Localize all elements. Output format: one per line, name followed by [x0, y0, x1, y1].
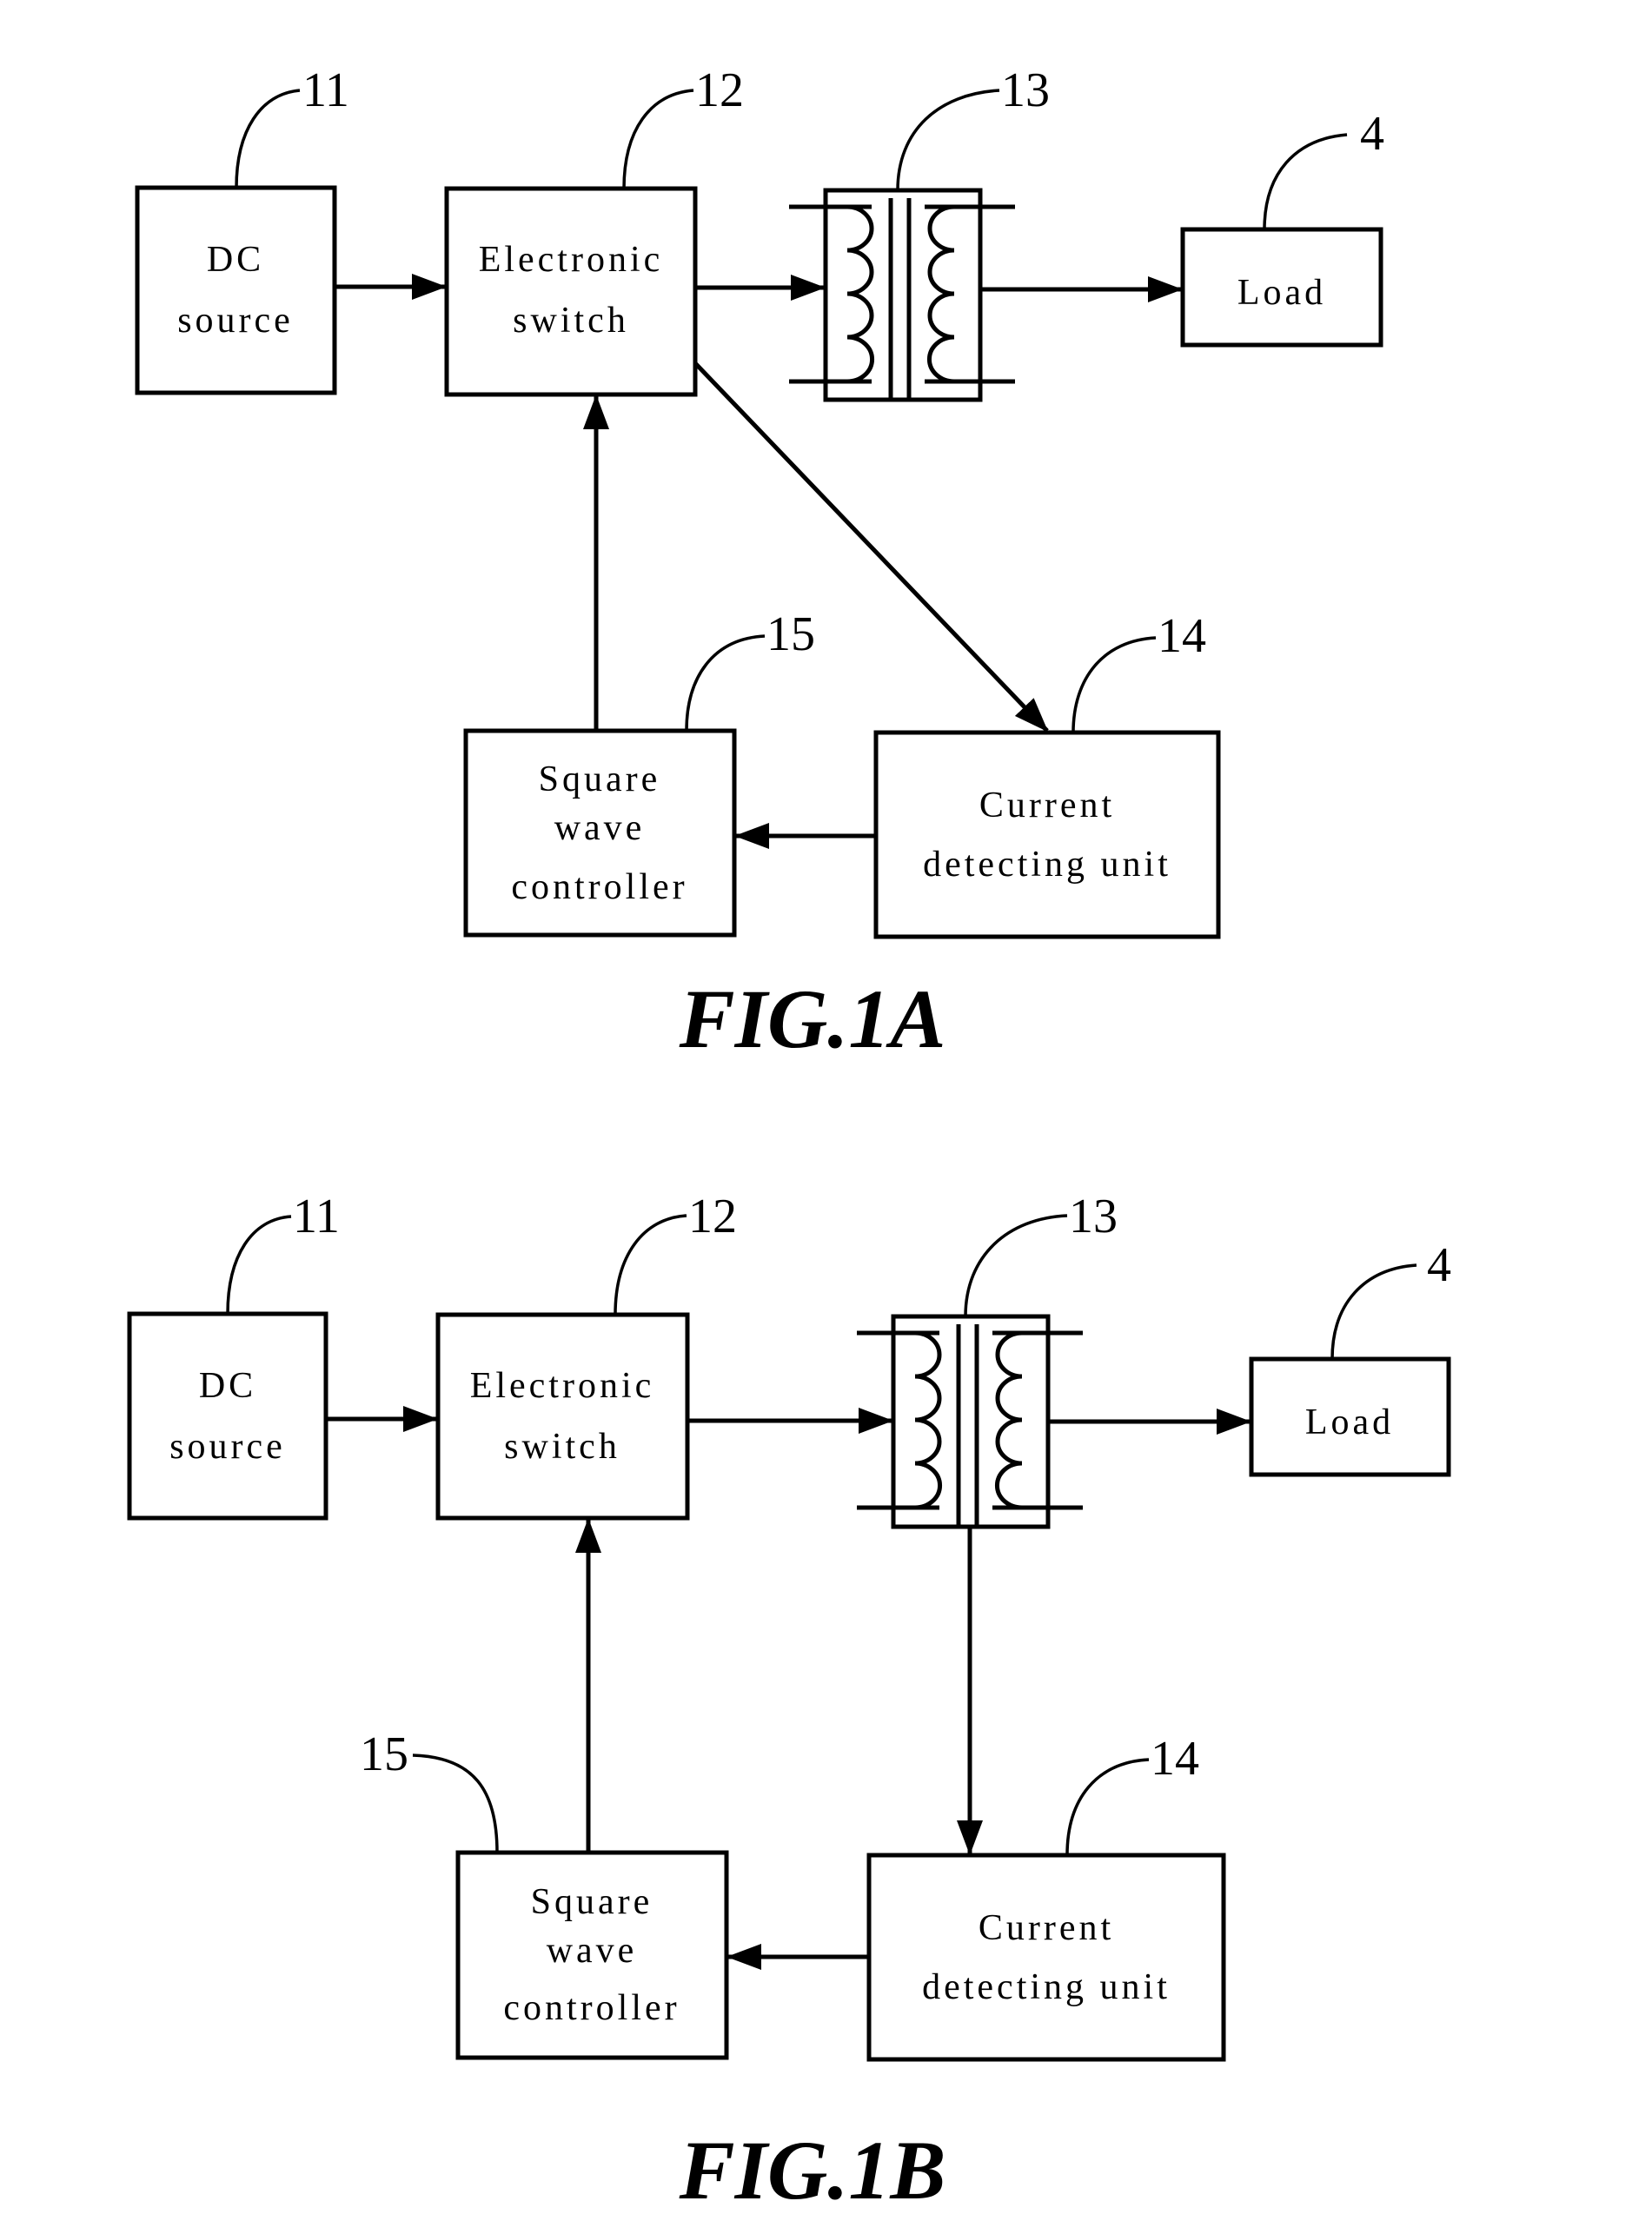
- figure-1a: DC source 11 Electronic switch 12 13 Loa…: [135, 63, 1384, 1065]
- ref-leader-15: [685, 634, 766, 732]
- current-detecting-unit-block: Current detecting unit 14: [866, 1732, 1226, 2062]
- cdu-label-line2: detecting unit: [922, 1967, 1171, 2007]
- load-block: Load 4: [1180, 107, 1384, 348]
- ref-number-14: 14: [1158, 609, 1206, 663]
- electronic-switch-label-line1: Electronic: [479, 240, 664, 280]
- current-detecting-unit-block: Current detecting unit 14: [873, 609, 1221, 939]
- ref-number-12: 12: [695, 63, 744, 117]
- swc-label-line2: wave: [554, 808, 646, 848]
- electronic-switch-label-line2: switch: [504, 1427, 620, 1467]
- figure-caption-1a: FIG.1A: [679, 972, 946, 1065]
- dc-source-block: DC source 11: [127, 1190, 340, 1521]
- patent-drawing-sheet: DC source 11 Electronic switch 12 13 Loa…: [127, 63, 1451, 2217]
- square-wave-controller-block: Square wave controller 15: [360, 1727, 729, 2060]
- ref-leader-11: [226, 1215, 292, 1315]
- cdu-label-line2: detecting unit: [923, 845, 1171, 885]
- ref-number-11: 11: [302, 63, 349, 117]
- ref-leader-12: [622, 89, 694, 189]
- load-label: Load: [1305, 1402, 1394, 1442]
- electronic-switch-label-line2: switch: [513, 301, 629, 341]
- swc-label-line2: wave: [547, 1931, 638, 1971]
- swc-label-line3: controller: [511, 867, 687, 907]
- ref-leader-13: [964, 1214, 1068, 1317]
- ref-number-14: 14: [1151, 1732, 1199, 1786]
- ref-leader-13: [896, 89, 1000, 191]
- ref-number-13: 13: [1001, 63, 1050, 117]
- figure-1b: DC source 11 Electronic switch 12 13 Loa…: [127, 1190, 1451, 2217]
- ref-number-13: 13: [1069, 1190, 1118, 1243]
- dc-source-label-line1: DC: [199, 1366, 256, 1406]
- cdu-label-line1: Current: [979, 1908, 1114, 1948]
- dc-source-label-line2: source: [177, 301, 294, 341]
- ref-leader-11: [235, 89, 301, 189]
- ref-leader-14: [1071, 636, 1157, 733]
- dc-source-label-line2: source: [169, 1427, 286, 1467]
- load-block: Load 4: [1249, 1238, 1451, 1477]
- swc-label-line1: Square: [531, 1882, 654, 1922]
- ref-number-15: 15: [766, 607, 815, 661]
- ref-leader-15: [412, 1754, 499, 1853]
- swc-label-line1: Square: [539, 759, 661, 799]
- ref-number-11: 11: [293, 1190, 340, 1243]
- ref-leader-14: [1065, 1758, 1150, 1856]
- ref-leader-4: [1263, 133, 1348, 230]
- ref-number-4: 4: [1360, 107, 1384, 161]
- electronic-switch-label-line1: Electronic: [470, 1366, 655, 1406]
- dc-source-block: DC source 11: [135, 63, 349, 395]
- dc-source-label-line1: DC: [207, 240, 264, 280]
- cdu-label-line1: Current: [979, 786, 1115, 825]
- figure-caption-1b: FIG.1B: [679, 2124, 946, 2217]
- ref-number-4: 4: [1427, 1238, 1451, 1292]
- transformer-block: 13: [857, 1190, 1118, 1529]
- square-wave-controller-block: Square wave controller 15: [463, 607, 815, 938]
- swc-label-line3: controller: [503, 1988, 680, 2028]
- ref-number-15: 15: [360, 1727, 408, 1781]
- ref-leader-12: [614, 1214, 687, 1316]
- ref-leader-4: [1330, 1263, 1417, 1360]
- electronic-switch-block: Electronic switch 12: [435, 1190, 737, 1521]
- transformer-block: 13: [789, 63, 1050, 402]
- arrow-switch-to-current-detector: [693, 361, 1049, 733]
- ref-number-12: 12: [688, 1190, 737, 1243]
- electronic-switch-block: Electronic switch 12: [444, 63, 744, 397]
- load-label: Load: [1237, 273, 1326, 313]
